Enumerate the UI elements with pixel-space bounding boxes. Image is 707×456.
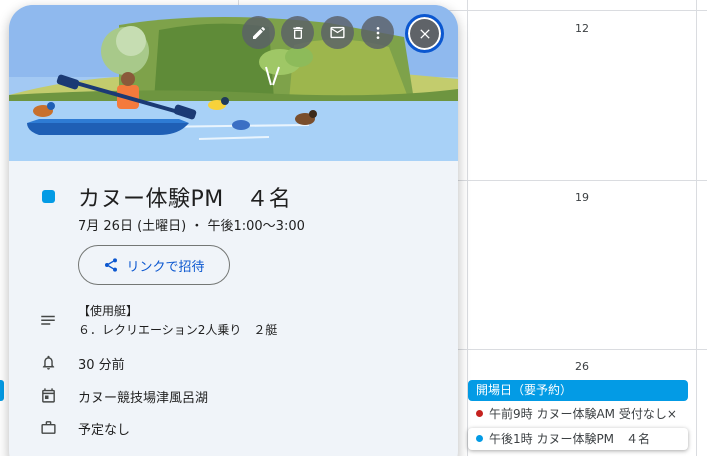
calendar-icon bbox=[38, 385, 58, 405]
description-icon bbox=[38, 311, 58, 331]
day-number[interactable]: 19 bbox=[567, 191, 597, 204]
event-label: 午前9時 カヌー体験AM 受付なし× bbox=[489, 407, 677, 421]
allday-event-chip-edge[interactable] bbox=[0, 380, 4, 401]
event-dot bbox=[476, 410, 483, 417]
grid-line bbox=[696, 0, 697, 456]
share-icon bbox=[105, 258, 118, 272]
allday-event-chip[interactable]: 開場日（要予約） bbox=[468, 380, 688, 401]
trash-icon bbox=[292, 26, 303, 39]
email-guests-button[interactable] bbox=[321, 16, 354, 49]
mail-icon bbox=[330, 26, 345, 39]
event-dot bbox=[476, 435, 483, 442]
close-button[interactable] bbox=[405, 14, 444, 53]
day-number[interactable]: 12 bbox=[567, 22, 597, 35]
close-icon bbox=[419, 28, 430, 39]
more-options-button[interactable] bbox=[361, 16, 394, 49]
briefcase-icon bbox=[38, 417, 58, 437]
availability-status: 予定なし bbox=[78, 423, 131, 438]
bell-icon bbox=[38, 352, 58, 372]
event-datetime: 7月 26日 (土曜日) ・ 午後1:00～3:00 bbox=[78, 219, 305, 234]
calendar-name: カヌー競技場津風呂湖 bbox=[78, 391, 209, 406]
event-label: 午後1時 カヌー体験PM ４名 bbox=[489, 432, 651, 446]
more-vert-icon bbox=[376, 26, 379, 39]
day-number[interactable]: 26 bbox=[567, 360, 597, 373]
event-description: 【使用艇】 ６．レクリエーション2人乗り ２艇 bbox=[78, 302, 277, 340]
edit-button[interactable] bbox=[242, 16, 275, 49]
event-color-square bbox=[42, 190, 55, 203]
event-title: カヌー体験PM ４名 bbox=[78, 187, 292, 212]
notification-text: 30 分前 bbox=[78, 358, 125, 373]
calendar-screen: 12 19 26 開場日（要予約） 午前9時 カヌー体験AM 受付なし× 午後1… bbox=[0, 0, 707, 456]
description-line: 【使用艇】 bbox=[78, 304, 139, 318]
calendar-event-am[interactable]: 午前9時 カヌー体験AM 受付なし× bbox=[468, 403, 688, 425]
delete-button[interactable] bbox=[281, 16, 314, 49]
description-line: ６．レクリエーション2人乗り ２艇 bbox=[78, 323, 278, 337]
event-detail-popup: カヌー体験PM ４名 7月 26日 (土曜日) ・ 午後1:00～3:00 リン… bbox=[9, 5, 458, 456]
pencil-icon bbox=[252, 26, 265, 39]
invite-label: リンクで招待 bbox=[126, 259, 205, 275]
calendar-event-pm[interactable]: 午後1時 カヌー体験PM ４名 bbox=[468, 428, 688, 450]
invite-via-link-button[interactable]: リンクで招待 bbox=[78, 245, 230, 285]
